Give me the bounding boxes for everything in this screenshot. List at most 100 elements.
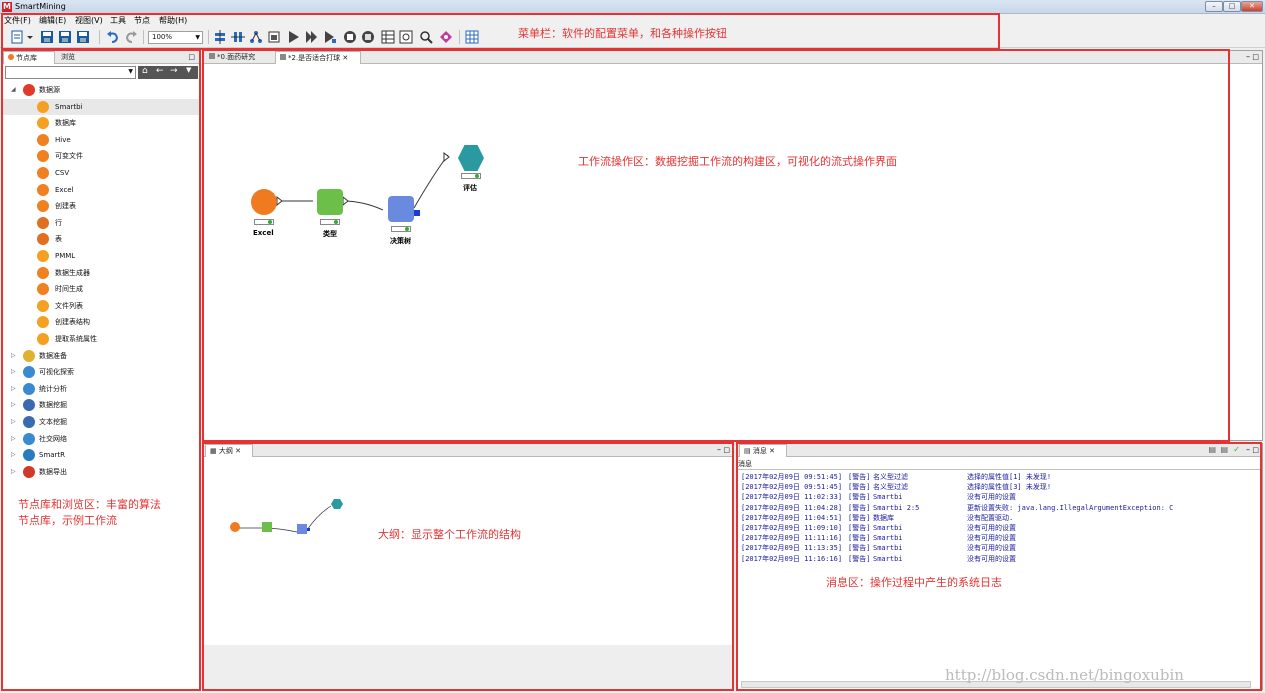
tree-item[interactable]: Hive [3,132,199,148]
tree-item[interactable]: ▷ 文本挖掘 [3,414,199,430]
expand-arrow-icon[interactable]: ◢ [11,82,16,98]
new-file-icon[interactable] [10,30,24,44]
run-icon[interactable] [287,30,301,44]
menu-icon[interactable]: ▼ [186,66,191,74]
tree-item[interactable]: 时间生成 [3,281,199,297]
tree-item[interactable]: ▷ 统计分析 [3,381,199,397]
maximize-icon[interactable]: □ [188,53,195,61]
menu-edit[interactable]: 编辑(E) [39,15,66,26]
menu-node[interactable]: 节点 [134,15,150,26]
collapse-arrow-icon[interactable]: ▷ [11,348,16,364]
tree-item[interactable]: ▷ 可视化探索 [3,364,199,380]
minimize-icon[interactable]: – [1246,445,1250,454]
close-tab-icon[interactable]: ✕ [235,447,241,455]
menu-file[interactable]: 文件(F) [4,15,31,26]
tree-item[interactable]: 创建表 [3,198,199,214]
tab-messages[interactable]: ▤ 消息 ✕ [739,444,787,457]
tree-item[interactable]: 行 [3,215,199,231]
node-search-input[interactable]: ▼ [5,66,136,79]
model-port-icon[interactable] [414,210,420,216]
collapse-arrow-icon[interactable]: ▷ [11,414,16,430]
tree-item[interactable]: ▷ 社交网络 [3,431,199,447]
chevron-down-icon[interactable] [26,30,34,44]
save-as-icon[interactable] [58,30,72,44]
tab-workflow-2[interactable]: *2.是否适合打球 ✕ [275,51,361,64]
stop-all-icon[interactable] [361,30,375,44]
properties-icon[interactable] [267,30,281,44]
tree-item[interactable]: Excel [3,182,199,198]
tree-item[interactable]: Smartbi [3,98,199,115]
menu-view[interactable]: 视图(V) [75,15,103,26]
tree-item[interactable]: 提取系统属性 [3,331,199,347]
run-step-icon[interactable] [323,30,337,44]
collapse-arrow-icon[interactable]: ▷ [11,464,16,480]
tree-item[interactable]: 数据库 [3,115,199,131]
maximize-icon[interactable]: □ [1252,446,1259,454]
tab-node-library[interactable]: 节点库 [3,51,55,64]
menu-help[interactable]: 帮助(H) [159,15,187,26]
zoom-select[interactable]: 100% ▼ [148,31,203,44]
tab-outline[interactable]: ▦ 大纲 ✕ [205,444,253,457]
tree-item[interactable]: ▷ SmartR [3,447,199,463]
tree-item-label: 数据准备 [39,351,67,360]
maximize-icon[interactable]: □ [1252,53,1259,61]
home-icon[interactable]: ⌂ [142,66,148,76]
save-all-icon[interactable] [76,30,90,44]
stop-icon[interactable] [343,30,357,44]
tree-item[interactable]: ▷ 数据准备 [3,348,199,364]
log-message: 没有可用的设置 [967,524,1016,532]
tree-item[interactable]: 文件列表 [3,298,199,314]
table-icon[interactable] [465,30,479,44]
menu-tools[interactable]: 工具 [110,15,126,26]
grid-view-icon[interactable] [381,30,395,44]
back-icon[interactable]: ← [156,66,164,76]
tree-item-icon [37,299,49,312]
workflow-canvas[interactable] [203,65,1262,440]
collapse-arrow-icon[interactable]: ▷ [11,397,16,413]
layout-tree-icon[interactable] [249,30,263,44]
outline-minimap[interactable] [223,494,353,554]
tree-item[interactable]: 表 [3,231,199,247]
tree-item[interactable]: 可变文件 [3,148,199,164]
output-port-icon[interactable] [342,195,349,207]
tree-item[interactable]: PMML [3,248,199,264]
tab-browse[interactable]: 浏览 [57,51,97,64]
output-port-icon[interactable] [276,195,283,207]
save-icon[interactable] [40,30,54,44]
search-icon[interactable] [419,30,433,44]
close-tab-icon[interactable]: ✕ [769,447,775,455]
collapse-arrow-icon[interactable]: ▷ [11,447,16,463]
fit-view-icon[interactable] [399,30,413,44]
close-tab-icon[interactable]: ✕ [342,54,348,62]
log-level: [警告] [848,483,871,492]
maximize-icon[interactable]: □ [723,446,730,454]
align-horizontal-icon[interactable] [213,30,227,44]
node-library-panel: 节点库 浏览 □ ▼ ⌂ ← → ▼ ◢ 数据源 Smartbi 数据库 Hive 可变文… [2,50,200,690]
align-vertical-icon[interactable] [231,30,245,44]
close-button[interactable]: ✕ [1241,1,1263,12]
run-to-icon[interactable] [305,30,319,44]
minimize-icon[interactable]: – [1246,52,1250,61]
tree-item[interactable]: ▷ 数据导出 [3,464,199,480]
collapse-arrow-icon[interactable]: ▷ [11,381,16,397]
tree-item[interactable]: 创建表结构 [3,314,199,330]
filter-icon[interactable]: ✓ [1233,445,1240,454]
collapse-arrow-icon[interactable]: ▷ [11,431,16,447]
minimize-icon[interactable]: – [717,445,721,454]
forward-icon[interactable]: → [170,66,178,76]
minimize-button[interactable]: – [1205,1,1223,12]
tab-workflow-0[interactable]: *0.面药研究 [205,51,273,64]
tree-item[interactable]: ▷ 数据挖掘 [3,397,199,413]
undo-icon[interactable] [106,30,120,44]
clear-log-icon[interactable]: ▤ [1208,445,1216,454]
log-time: [2017年02月09日 11:13:35] [741,544,843,553]
export-log-icon[interactable]: ▤ [1220,445,1228,454]
redo-icon[interactable] [124,30,138,44]
output-port-icon[interactable] [443,151,450,163]
tree-item[interactable]: CSV [3,165,199,181]
node-config-icon[interactable] [439,30,453,44]
tree-item[interactable]: ◢ 数据源 [3,82,199,98]
maximize-button[interactable]: □ [1223,1,1241,12]
collapse-arrow-icon[interactable]: ▷ [11,364,16,380]
tree-item[interactable]: 数据生成器 [3,265,199,281]
